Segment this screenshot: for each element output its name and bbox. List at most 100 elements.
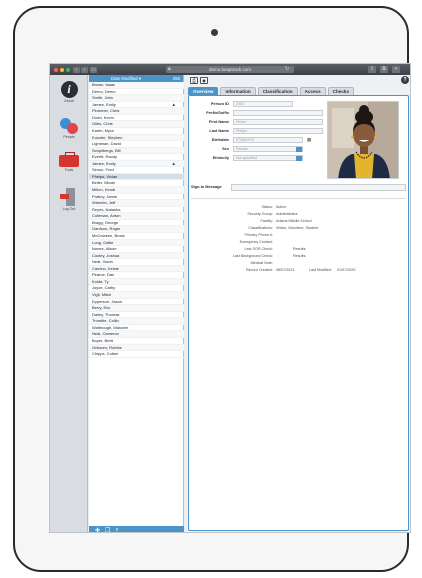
list-item-name: Smith, John <box>92 95 114 101</box>
rail-label: People <box>63 135 75 139</box>
primary-phone-label: Primary Phone #: <box>244 233 274 237</box>
list-sort-header[interactable]: Date Modified ▾ 250 <box>89 75 183 82</box>
record-count: 250 <box>172 76 180 81</box>
rail-label: Tools <box>64 168 74 172</box>
facility-row: Facility: Adams Middle School <box>189 218 409 224</box>
list-item-name: Karim, Myra <box>92 127 114 133</box>
list-item-name: Dodd, Kevin <box>92 114 114 120</box>
list-item-name: Giles, Chris <box>92 121 113 127</box>
first-name-field[interactable]: Vivian <box>233 119 323 125</box>
rail-item-logout[interactable]: Log Out <box>50 188 88 211</box>
signin-message-row: Sign-In Message <box>191 184 406 192</box>
list-item-name: Epperson, Jason <box>92 298 123 304</box>
first-name-label: First Name <box>208 119 229 124</box>
add-icon[interactable]: ✚ <box>95 527 100 533</box>
list-item-name: Nunez, Alison <box>92 246 117 252</box>
tablet-frame: ‹ › ▭ demo.beaptrack.com 🔒︎ ↻ ⇪ ⧉ + i Ab… <box>13 6 411 572</box>
list-item-name: Pearce, Dan <box>92 272 115 278</box>
list-item-name: Kunzler, Stephen <box>92 134 123 140</box>
sidebar-toggle-button[interactable]: ▭ <box>90 66 97 73</box>
prefix-suffix-label: Prefix/Suffix <box>206 110 229 115</box>
record-toolbar: ⎙ ◉ ? <box>185 75 410 85</box>
rail-item-about[interactable]: i About <box>50 81 88 103</box>
list-item-name: Reyes, Natasha <box>92 206 121 212</box>
list-item-name: Long, Gallie <box>92 239 114 245</box>
person-id-field[interactable]: 2003 <box>233 101 293 107</box>
refresh-icon[interactable]: ↻ <box>285 66 289 73</box>
people-list: Brown, Isaac Demo, Demo Smith, John James, … <box>89 82 184 358</box>
forward-button[interactable]: › <box>81 66 88 73</box>
list-item-name: Garrison, Roger <box>92 226 121 232</box>
person-photo[interactable] <box>327 101 399 179</box>
tabs-button[interactable]: ⧉ <box>380 66 388 73</box>
tab-checks[interactable]: Checks <box>327 87 355 95</box>
calendar-icon[interactable]: ▦ <box>307 137 311 143</box>
list-item-name: Berry, Eric <box>92 305 111 311</box>
classifications-row: Classifications: Visitor, Volunteer, Stu… <box>189 225 409 231</box>
tab-access[interactable]: Access <box>299 87 326 95</box>
sex-select[interactable]: Female <box>233 146 303 152</box>
help-icon[interactable]: ? <box>401 76 409 84</box>
status-value: Active <box>276 205 287 209</box>
duplicate-icon[interactable]: ❐ <box>105 527 110 533</box>
list-item-name: Dailey, Thomas <box>92 311 120 317</box>
app-rail: i About People Tools Log Out <box>50 75 88 532</box>
person-id-label: Person ID <box>210 101 229 106</box>
list-item[interactable]: Chipps, Colton <box>89 351 184 358</box>
ethnicity-select[interactable]: Not specified <box>233 155 303 161</box>
camera-capture-icon[interactable]: ◉ <box>200 76 208 84</box>
sort-label[interactable]: Date Modified ▾ <box>111 75 141 82</box>
minimize-window-button[interactable] <box>60 67 64 72</box>
signin-message-label: Sign-In Message <box>191 184 222 189</box>
new-tab-button[interactable]: + <box>392 66 400 73</box>
close-window-button[interactable] <box>54 67 58 72</box>
share-button[interactable]: ⇪ <box>368 66 376 73</box>
birthdate-field[interactable]: 07/06/1970 <box>233 137 303 143</box>
list-item-name: Phelps, Vivian <box>92 173 118 179</box>
list-item-name: Boyer, Brett <box>92 337 113 343</box>
primary-phone-row: Primary Phone #: <box>189 232 409 238</box>
last-background-check-row: Last Background Check: Results: <box>189 253 409 259</box>
back-button[interactable]: ‹ <box>73 66 80 73</box>
rail-item-people[interactable]: People <box>50 118 88 139</box>
list-item-name: Camino, Kelsie <box>92 265 119 271</box>
browser-bar: ‹ › ▭ demo.beaptrack.com 🔒︎ ↻ ⇪ ⧉ + <box>50 64 410 75</box>
medical-note-label: Medical Note: <box>250 261 273 265</box>
detail-panel: ⎙ ◉ ? Overview Information Classificatio… <box>185 75 410 532</box>
record-dates-row: Record Created: 08/07/2021 Last Modified… <box>189 267 409 273</box>
detail-tabs: Overview Information Classification Acce… <box>185 87 410 95</box>
facility-value: Adams Middle School <box>276 219 312 223</box>
tab-overview[interactable]: Overview <box>188 87 219 95</box>
list-item-name: Chipps, Colton <box>92 351 119 357</box>
list-item-name: Cooley, Joshua <box>92 252 120 258</box>
print-icon[interactable]: ⎙ <box>190 76 198 84</box>
address-bar[interactable]: demo.beaptrack.com <box>166 66 294 73</box>
birthdate-label: Birthdate <box>211 137 229 142</box>
rail-item-tools[interactable]: Tools <box>50 152 88 172</box>
list-item-name: Walbrough, Malcolm <box>92 324 129 330</box>
list-item-name: Neal, Gavin <box>92 259 113 265</box>
signin-message-field[interactable] <box>231 184 406 191</box>
list-item-name: Wheeler, Jeff <box>92 200 116 206</box>
emergency-contact-row: Emergency Contact: <box>189 239 409 245</box>
prefix-suffix-field[interactable] <box>233 110 323 116</box>
search-icon[interactable]: ⌕ <box>115 527 118 533</box>
divider <box>191 198 406 199</box>
last-name-field[interactable]: Phelps <box>233 128 323 134</box>
last-modified-value: 01/07/2020 <box>337 268 356 272</box>
ethnicity-value: Not specified <box>236 156 257 160</box>
sex-value: Female <box>236 147 248 151</box>
sor-results-label: Results: <box>293 247 307 251</box>
last-sor-check-row: Last SOR Check: Results: <box>189 246 409 252</box>
list-item-name: Joyce, Cathy <box>92 285 116 291</box>
list-item-name: Grissom, Robbie <box>92 344 122 350</box>
screen: ‹ › ▭ demo.beaptrack.com 🔒︎ ↻ ⇪ ⧉ + i Ab… <box>49 63 411 533</box>
maximize-window-button[interactable] <box>66 67 70 72</box>
medical-note-row: Medical Note: <box>189 260 409 266</box>
security-group-value: Administrator <box>276 212 298 216</box>
people-icon <box>59 118 79 134</box>
tab-classification[interactable]: Classification <box>257 87 298 95</box>
camera-icon <box>211 29 218 36</box>
tab-information[interactable]: Information <box>220 87 256 95</box>
classifications-label: Classifications: <box>248 226 273 230</box>
